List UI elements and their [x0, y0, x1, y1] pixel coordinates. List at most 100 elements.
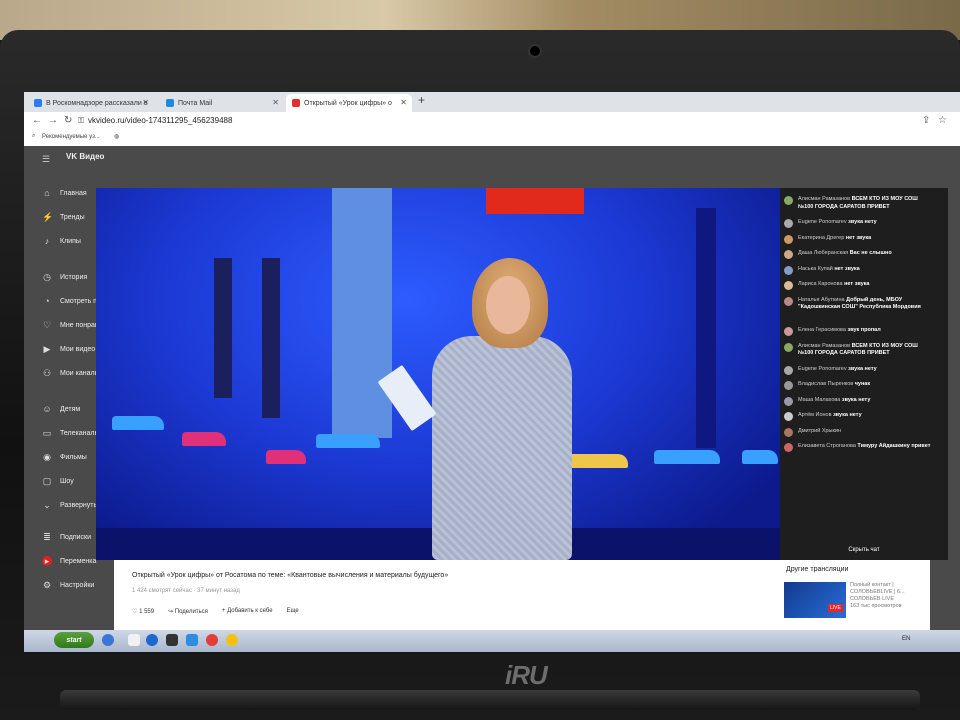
- share-button[interactable]: ↪ Поделиться: [168, 608, 208, 615]
- video-info: [114, 560, 784, 630]
- apps-icon[interactable]: ⌕: [32, 133, 35, 140]
- hide-chat-button[interactable]: Скрыть чат: [780, 540, 948, 560]
- sidebar-item[interactable]: ◉ Фильмы: [42, 450, 87, 464]
- cartoon-leg: [696, 208, 716, 448]
- chat-author[interactable]: Екатерина Дрегер: [798, 235, 844, 241]
- bookmark-star-icon[interactable]: ☆: [938, 115, 947, 126]
- vk-video-logo[interactable]: VK Видео: [66, 152, 104, 161]
- bookmark-recommended[interactable]: Рекомендуемые уз...: [42, 134, 100, 140]
- avatar: [784, 327, 793, 336]
- sidebar-item[interactable]: ▸ Переменка: [42, 554, 96, 568]
- chat-text: Тимуру Айдашкину привет: [857, 443, 931, 449]
- chat-author[interactable]: Алисман Рамазанов: [798, 196, 850, 202]
- chat-author[interactable]: Маша Малахова: [798, 397, 840, 403]
- sidebar-item[interactable]: ⚙ Настройки: [42, 578, 94, 592]
- monitor-brand-logo: iRU: [505, 660, 548, 690]
- stream-info[interactable]: Полный контакт | СОЛОВЬЕВLIVE | 6... СОЛ…: [850, 582, 930, 610]
- cartoon-leg: [332, 188, 392, 438]
- screen: В Роскомнадзоре рассказали о ✕ Почта Mai…: [24, 92, 960, 652]
- globe-icon[interactable]: ◍: [114, 133, 119, 140]
- forward-icon[interactable]: →: [48, 115, 58, 126]
- sidebar-item[interactable]: ▭ Телеканалы: [42, 426, 100, 440]
- chat-message: Екатерина Дрегер нет звука: [784, 234, 934, 244]
- chat-author[interactable]: Дмитрий Хрыкин: [798, 428, 841, 434]
- video-player[interactable]: Алисман Рамазанов ВСЕМ КТО ИЗ МОУ СОШ №1…: [96, 188, 948, 560]
- sidebar-item[interactable]: ≣ Подписки: [42, 530, 91, 544]
- favicon-icon: [34, 99, 42, 107]
- language-indicator[interactable]: EN: [902, 636, 910, 642]
- new-tab-button[interactable]: +: [418, 93, 425, 107]
- explorer-icon[interactable]: [186, 634, 198, 646]
- heart-icon: ♡: [42, 320, 52, 330]
- chat-author[interactable]: Даша Люберанская: [798, 250, 848, 256]
- tab-mail[interactable]: Почта Mail ✕: [160, 94, 284, 112]
- sidebar-item[interactable]: ▶ Мои видео: [42, 342, 96, 356]
- chat-author[interactable]: Елизавета Строганова: [798, 443, 856, 449]
- settings-icon: ⚙: [42, 580, 52, 590]
- chat-author[interactable]: Владислав Пыренков: [798, 381, 853, 387]
- sidebar-item[interactable]: ⚡ Тренды: [42, 210, 85, 224]
- avatar: [784, 412, 793, 421]
- kids-icon: ☺: [42, 404, 52, 414]
- heart-icon: ♡: [132, 609, 138, 615]
- back-icon[interactable]: ←: [32, 115, 42, 126]
- chrome-icon[interactable]: [226, 634, 238, 646]
- chat-author[interactable]: Алисман Рамазанов: [798, 343, 850, 349]
- more-button[interactable]: Еще: [287, 608, 299, 615]
- cartoon-shoe: [182, 432, 226, 446]
- chat-author[interactable]: Наська Купай: [798, 266, 833, 272]
- url-field[interactable]: vkvideo.ru/video-174311295_456239488: [88, 116, 232, 125]
- speaker-suit: [432, 336, 572, 560]
- chat-text: звука нету: [833, 412, 862, 418]
- chat-message: Eugene Ponomarev звука нету: [784, 219, 934, 228]
- chat-message: Владислав Пыренков чунак: [784, 381, 934, 390]
- chat-text: звука нету: [841, 396, 871, 403]
- chat-message: Артём Ионов звука нету: [784, 412, 934, 421]
- sidebar-item[interactable]: ⚇ Мои каналы: [42, 366, 100, 380]
- cartoon-shoe: [266, 450, 306, 464]
- close-icon[interactable]: ✕: [142, 98, 149, 107]
- cartoon-shoe: [742, 450, 778, 464]
- tab-vkvideo[interactable]: Открытый «Урок цифры» о ✕: [286, 94, 412, 112]
- sidebar-item[interactable]: ▢ Шоу: [42, 474, 74, 488]
- yandex-icon[interactable]: [206, 634, 218, 646]
- sidebar-item[interactable]: ◷ История: [42, 270, 87, 284]
- secure-icon: ⚿: [78, 116, 85, 125]
- start-button[interactable]: start: [54, 632, 94, 648]
- like-button[interactable]: ♡ 1 559: [132, 608, 154, 615]
- browser-icon[interactable]: [102, 634, 114, 646]
- sidebar-item[interactable]: ☺ Детям: [42, 402, 80, 416]
- sidebar-item[interactable]: ♪ Клипы: [42, 234, 81, 248]
- chat-message: Алисман Рамазанов ВСЕМ КТО ИЗ МОУ СОШ №1…: [784, 196, 934, 211]
- tab-roskomnadzor[interactable]: В Роскомнадзоре рассказали о ✕: [28, 94, 154, 112]
- favicon-icon: [166, 99, 174, 107]
- sidebar-item[interactable]: ⌂ Главная: [42, 186, 86, 200]
- cartoon-shoe: [316, 434, 380, 448]
- chat-text: чунак: [854, 381, 871, 387]
- ie-icon[interactable]: [146, 634, 158, 646]
- share-icon[interactable]: ⇪: [922, 115, 930, 126]
- chat-author[interactable]: Eugene Ponomarev: [798, 366, 847, 372]
- file-icon[interactable]: [128, 634, 140, 646]
- stream-thumbnail[interactable]: [784, 582, 846, 618]
- chevron-down-icon: ⌄: [43, 500, 51, 510]
- menu-icon[interactable]: ☰: [42, 154, 50, 165]
- add-button[interactable]: + Добавить к себе: [222, 608, 273, 615]
- chat-author[interactable]: Артём Ионов: [798, 412, 832, 418]
- chat-author[interactable]: Eugene Ponomarev: [798, 219, 847, 225]
- chat-message: Наталья Абуткина Добрый день, МБОУ "Кадо…: [784, 296, 934, 312]
- close-icon[interactable]: ✕: [400, 98, 407, 107]
- bookmarks-bar: ⌕ Рекомендуемые уз... ◍: [24, 130, 960, 147]
- cartoon-shoe: [654, 450, 720, 464]
- video-frame[interactable]: [96, 188, 780, 560]
- close-icon[interactable]: ✕: [272, 98, 279, 107]
- chat-author[interactable]: Лариса Каронова: [798, 281, 843, 287]
- reload-icon[interactable]: ↻: [64, 115, 72, 126]
- tab-bar: В Роскомнадзоре рассказали о ✕ Почта Mai…: [24, 92, 960, 112]
- avatar: [784, 296, 793, 306]
- chat-author[interactable]: Елена Герасимова: [798, 327, 846, 333]
- chat-author[interactable]: Наталья Абуткина: [798, 297, 845, 303]
- media-icon[interactable]: [166, 634, 178, 646]
- sidebar-item[interactable]: ⌄ Развернуть: [42, 498, 97, 512]
- chat-message: Eugene Ponomarev звука нету: [784, 365, 934, 375]
